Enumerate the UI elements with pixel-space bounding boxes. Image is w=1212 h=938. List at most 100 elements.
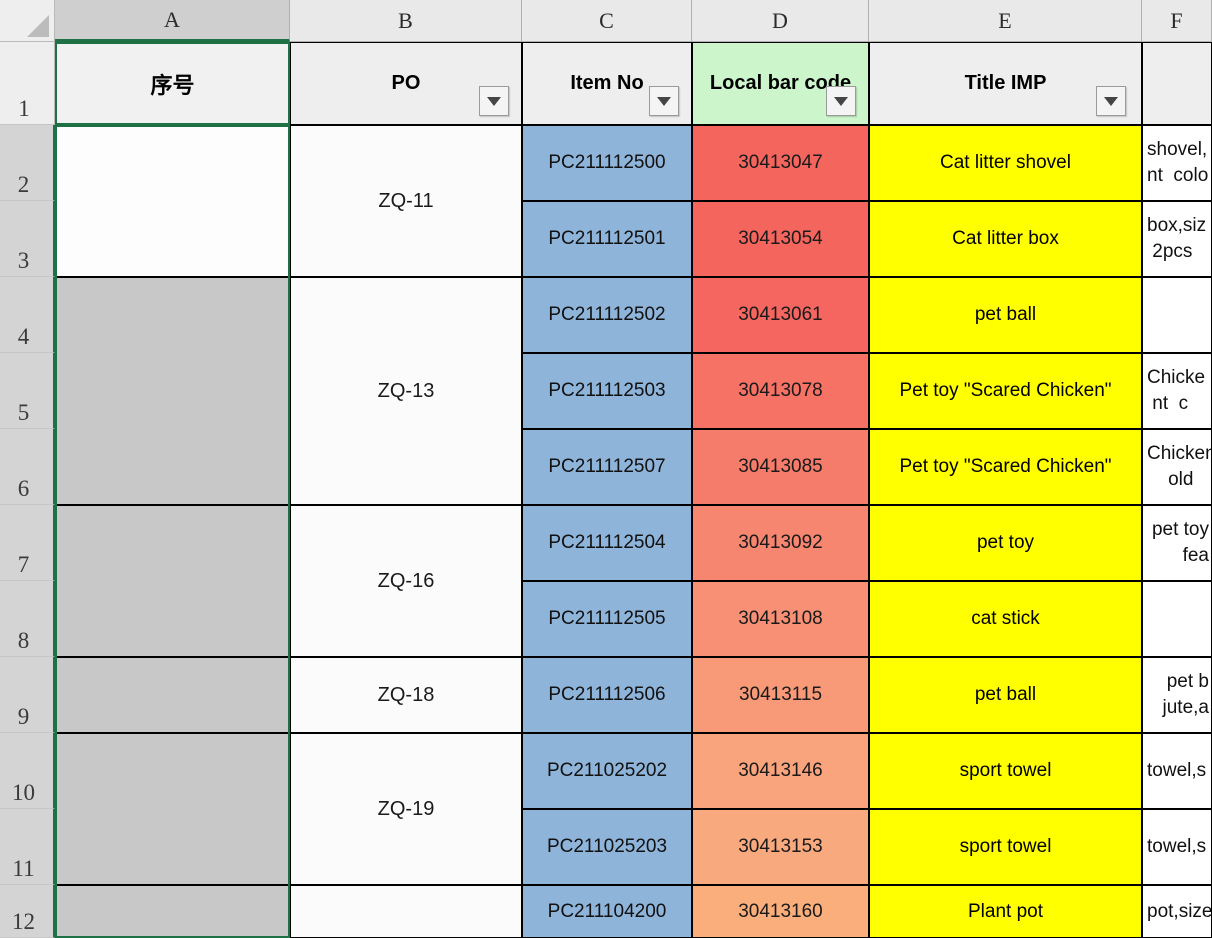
cell-description-r12[interactable]: pot,size [1142,885,1212,938]
cell-title-imp-r10[interactable]: sport towel [869,733,1142,809]
cell-description-r8[interactable] [1142,581,1212,657]
row-header-7-label: 7 [17,552,30,577]
cell-bar-code-r9[interactable]: 30413115 [692,657,869,733]
grid-body: 序号 PO Item No Local bar code Title IMP Z… [55,42,1212,938]
cell-item-no-r9[interactable]: PC211112506 [522,657,692,733]
cell-po-zq-19[interactable]: ZQ-19 [290,733,522,885]
row-header-strip: 1 2 3 4 5 6 7 8 9 10 11 12 [0,42,55,938]
row-header-11[interactable]: 11 [0,809,55,885]
cell-item-no-r12[interactable]: PC211104200 [522,885,692,938]
row-header-3[interactable]: 3 [0,201,55,277]
cell-a9-merged[interactable] [55,657,290,733]
cell-title-imp-r11[interactable]: sport towel [869,809,1142,885]
column-header-e[interactable]: E [869,0,1142,42]
cell-a10-a11-merged[interactable] [55,733,290,885]
cell-po-zq-13[interactable]: ZQ-13 [290,277,522,505]
cell-po-row12[interactable] [290,885,522,938]
select-all-triangle-icon [27,15,49,37]
row-header-3-label: 3 [17,248,30,273]
cell-title-imp-r7[interactable]: pet toy [869,505,1142,581]
column-header-a[interactable]: A [55,0,290,42]
cell-po-zq-18[interactable]: ZQ-18 [290,657,522,733]
cell-description-r9[interactable]: pet b jute,a [1142,657,1212,733]
cell-description-r5[interactable]: Chicke nt c [1142,353,1212,429]
chevron-down-icon [657,96,671,106]
filter-dropdown-b[interactable] [479,86,509,116]
row-header-6[interactable]: 6 [0,429,55,505]
row-header-9-label: 9 [17,704,30,729]
cell-item-no-r10[interactable]: PC211025202 [522,733,692,809]
row-header-1[interactable]: 1 [0,42,55,125]
cell-a4-a6-merged[interactable] [55,277,290,505]
cell-bar-code-r8[interactable]: 30413108 [692,581,869,657]
row-header-5-label: 5 [17,400,30,425]
cell-bar-code-r6[interactable]: 30413085 [692,429,869,505]
cell-title-imp-r3[interactable]: Cat litter box [869,201,1142,277]
column-header-strip: A B C D E F [0,0,1212,42]
chevron-down-icon [487,96,501,106]
column-header-f[interactable]: F [1142,0,1212,42]
cell-description-r11[interactable]: towel,s [1142,809,1212,885]
cell-title-imp-r2[interactable]: Cat litter shovel [869,125,1142,201]
cell-description-r10[interactable]: towel,s [1142,733,1212,809]
row-header-4-label: 4 [17,324,30,349]
cell-bar-code-r3[interactable]: 30413054 [692,201,869,277]
cell-title-imp-r12[interactable]: Plant pot [869,885,1142,938]
spreadsheet-grid: A B C D E F 1 2 3 4 5 6 7 8 9 10 11 12 序… [0,0,1212,938]
row-header-5[interactable]: 5 [0,353,55,429]
cell-title-imp-r8[interactable]: cat stick [869,581,1142,657]
filter-dropdown-d[interactable] [826,86,856,116]
cell-title-imp-r6[interactable]: Pet toy "Scared Chicken" [869,429,1142,505]
cell-bar-code-r12[interactable]: 30413160 [692,885,869,938]
cell-a2-a3-merged[interactable] [55,125,290,277]
cell-item-no-r6[interactable]: PC211112507 [522,429,692,505]
cell-item-no-r2[interactable]: PC211112500 [522,125,692,201]
select-all-corner[interactable] [0,0,55,42]
cell-bar-code-r10[interactable]: 30413146 [692,733,869,809]
cell-bar-code-r5[interactable]: 30413078 [692,353,869,429]
cell-bar-code-r2[interactable]: 30413047 [692,125,869,201]
chevron-down-icon [1104,96,1118,106]
cell-item-no-r3[interactable]: PC211112501 [522,201,692,277]
row-header-2-label: 2 [17,172,30,197]
cell-a7-a8-merged[interactable] [55,505,290,657]
row-header-7[interactable]: 7 [0,505,55,581]
row-header-10[interactable]: 10 [0,733,55,809]
row-header-4[interactable]: 4 [0,277,55,353]
cell-title-imp-r4[interactable]: pet ball [869,277,1142,353]
cell-item-no-r4[interactable]: PC211112502 [522,277,692,353]
row-header-12[interactable]: 12 [0,885,55,938]
cell-item-no-r11[interactable]: PC211025203 [522,809,692,885]
cell-item-no-r5[interactable]: PC211112503 [522,353,692,429]
column-header-b[interactable]: B [290,0,522,42]
cell-item-no-r8[interactable]: PC211112505 [522,581,692,657]
cell-description-r7[interactable]: pet toy fea [1142,505,1212,581]
row-header-11-label: 11 [12,856,35,881]
column-header-c[interactable]: C [522,0,692,42]
cell-a12-merged[interactable] [55,885,290,938]
cell-title-imp-r9[interactable]: pet ball [869,657,1142,733]
cell-description-r4[interactable] [1142,277,1212,353]
row-header-6-label: 6 [17,476,30,501]
cell-description-r2[interactable]: shovel, nt colo [1142,125,1212,201]
header-cell-f1[interactable] [1142,42,1212,125]
filter-dropdown-e[interactable] [1096,86,1126,116]
cell-bar-code-r7[interactable]: 30413092 [692,505,869,581]
column-header-d[interactable]: D [692,0,869,42]
row-header-8[interactable]: 8 [0,581,55,657]
cell-title-imp-r5[interactable]: Pet toy "Scared Chicken" [869,353,1142,429]
cell-description-r6[interactable]: Chicken old [1142,429,1212,505]
row-header-8-label: 8 [17,628,30,653]
cell-item-no-r7[interactable]: PC211112504 [522,505,692,581]
cell-bar-code-r4[interactable]: 30413061 [692,277,869,353]
cell-po-zq-11[interactable]: ZQ-11 [290,125,522,277]
row-header-9[interactable]: 9 [0,657,55,733]
cell-po-zq-16[interactable]: ZQ-16 [290,505,522,657]
header-cell-a1[interactable]: 序号 [55,42,290,125]
cell-description-r3[interactable]: box,siz 2pcs [1142,201,1212,277]
cell-bar-code-r11[interactable]: 30413153 [692,809,869,885]
chevron-down-icon [834,96,848,106]
row-header-12-label: 12 [12,909,35,934]
filter-dropdown-c[interactable] [649,86,679,116]
row-header-2[interactable]: 2 [0,125,55,201]
